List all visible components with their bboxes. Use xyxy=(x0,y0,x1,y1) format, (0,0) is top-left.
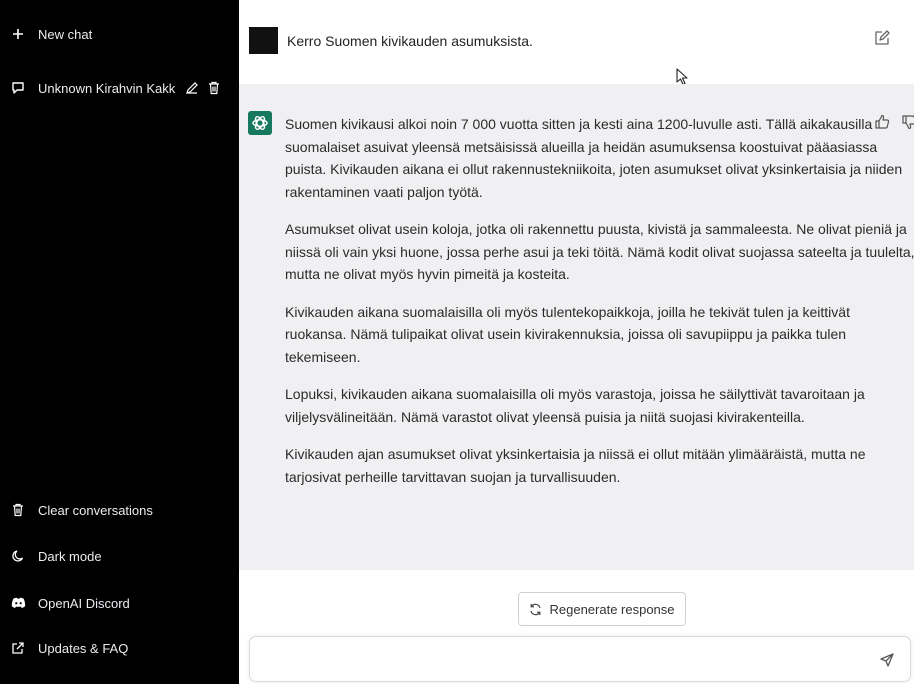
regenerate-response-button[interactable]: Regenerate response xyxy=(518,592,686,626)
conversation-title: Unknown Kirahvin Kakk xyxy=(38,80,176,96)
clear-conversations-label: Clear conversations xyxy=(38,502,153,518)
discord-link[interactable]: OpenAI Discord xyxy=(0,589,239,617)
response-paragraph: Kivikauden ajan asumukset olivat yksinke… xyxy=(285,446,866,485)
regenerate-label: Regenerate response xyxy=(549,601,675,617)
assistant-message-row: Suomen kivikausi alkoi noin 7 000 vuotta… xyxy=(239,84,914,570)
send-icon[interactable] xyxy=(879,652,895,668)
new-chat-button[interactable]: New chat xyxy=(0,20,239,48)
plus-icon xyxy=(10,26,26,42)
chat-area: Kerro Suomen kivikauden asumuksista. Suo… xyxy=(239,0,914,684)
trash-icon xyxy=(10,502,26,518)
chat-bubble-icon xyxy=(10,80,26,96)
discord-label: OpenAI Discord xyxy=(38,595,130,611)
sidebar: New chat Unknown Kirahvin Kakk Clear con… xyxy=(0,0,239,684)
user-message-row: Kerro Suomen kivikauden asumuksista. xyxy=(239,0,914,86)
updates-faq-link[interactable]: Updates & FAQ xyxy=(0,634,239,662)
response-paragraph: Lopuksi, kivikauden aikana suomalaisilla… xyxy=(285,386,865,425)
trash-icon[interactable] xyxy=(207,81,221,95)
response-paragraph: Kivikauden aikana suomalaisilla oli myös… xyxy=(285,303,850,365)
user-message: Kerro Suomen kivikauden asumuksista. xyxy=(287,33,533,49)
message-input[interactable] xyxy=(262,649,866,671)
discord-icon xyxy=(10,595,26,611)
moon-icon xyxy=(10,548,26,564)
pencil-icon[interactable] xyxy=(185,81,199,95)
response-paragraph: Suomen kivikausi alkoi noin 7 000 vuotta… xyxy=(285,116,903,200)
clear-conversations-button[interactable]: Clear conversations xyxy=(0,496,239,524)
edit-icon[interactable] xyxy=(874,30,890,46)
dark-mode-label: Dark mode xyxy=(38,548,102,564)
user-avatar xyxy=(249,27,278,54)
assistant-message: Suomen kivikausi alkoi noin 7 000 vuotta… xyxy=(285,113,914,503)
response-paragraph: Asumukset olivat usein koloja, jotka oli… xyxy=(285,221,914,282)
updates-faq-label: Updates & FAQ xyxy=(38,640,129,656)
thumbs-up-icon[interactable] xyxy=(874,114,890,130)
refresh-icon xyxy=(529,603,542,616)
external-link-icon xyxy=(10,640,26,656)
new-chat-label: New chat xyxy=(38,26,93,42)
thumbs-down-icon[interactable] xyxy=(901,114,914,130)
message-input-box[interactable] xyxy=(249,636,911,682)
openai-logo-icon xyxy=(248,111,272,135)
conversation-item[interactable]: Unknown Kirahvin Kakk xyxy=(0,74,239,102)
dark-mode-button[interactable]: Dark mode xyxy=(0,542,239,570)
